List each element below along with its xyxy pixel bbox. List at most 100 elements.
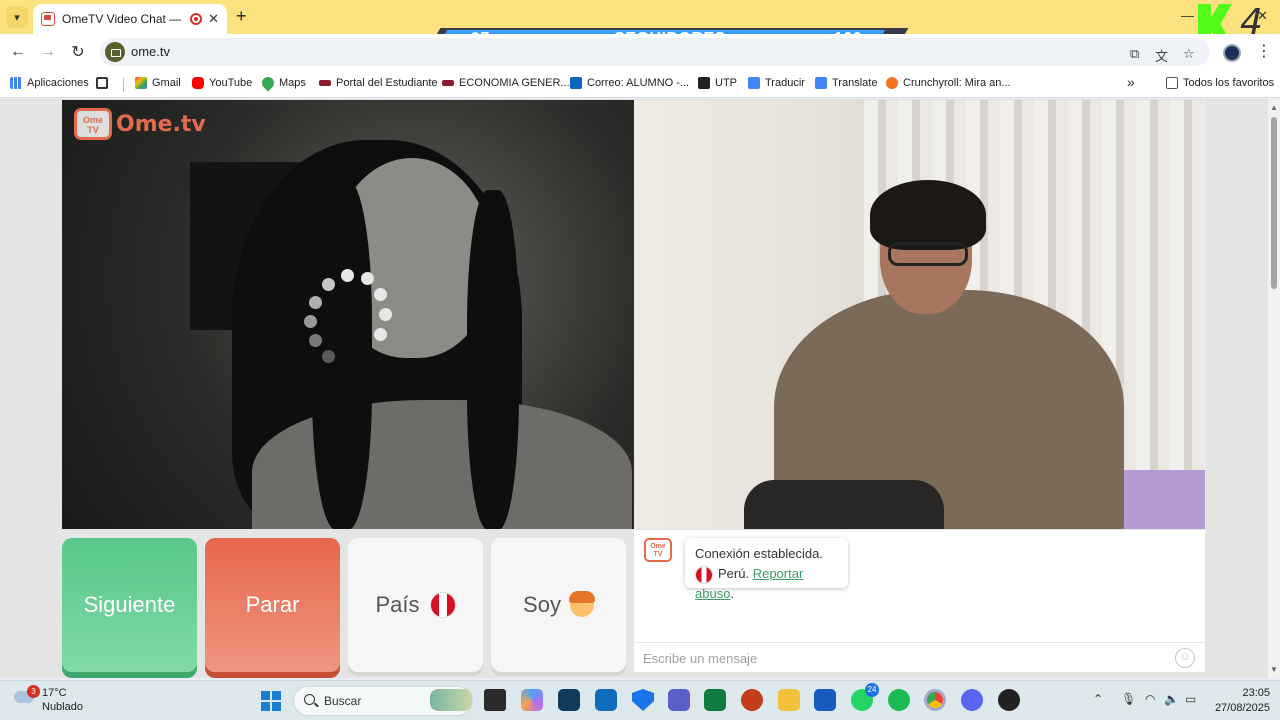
ometv-favicon-icon [41, 12, 55, 26]
reload-icon[interactable]: ↻ [67, 41, 89, 63]
grid-icon [96, 77, 108, 89]
battery-icon[interactable]: ▭ [1185, 692, 1196, 706]
bookmark-economia[interactable]: ECONOMIA GENER... [442, 77, 570, 89]
tab-ometv[interactable]: OmeTV Video Chat — Ome ✕ [33, 4, 227, 34]
crunchyroll-icon [886, 77, 898, 89]
microsoft-store-icon[interactable] [595, 689, 617, 711]
site-info-icon[interactable] [105, 42, 125, 62]
boy-emoji-icon [568, 591, 595, 617]
file-explorer-icon[interactable] [778, 689, 800, 711]
search-icon [304, 694, 315, 705]
tab-title: OmeTV Video Chat — Ome [62, 12, 184, 26]
stranger-shoulders [252, 400, 632, 529]
system-message-bubble: Conexión establecida. Perú. Reportar abu… [685, 538, 848, 601]
obs-icon[interactable] [998, 689, 1020, 711]
bookmark-traducir[interactable]: Traducir [748, 77, 805, 89]
search-highlight-icon[interactable] [430, 689, 472, 711]
whatsapp-icon[interactable]: 24 [851, 683, 879, 711]
peru-flag-icon [695, 565, 713, 584]
stranger-hair-front [312, 180, 372, 529]
page-scrollbar[interactable]: ▲ ▼ [1268, 99, 1280, 678]
stop-button[interactable]: Parar [205, 538, 340, 672]
spotify-icon[interactable] [888, 689, 910, 711]
bookmark-correo[interactable]: Correo: ALUMNO -... [570, 77, 689, 89]
all-bookmarks[interactable]: Todos los favoritos [1166, 77, 1274, 89]
volume-icon[interactable]: 🔈 [1164, 692, 1179, 706]
ometv-logo-text: Ome.tv [116, 111, 206, 137]
ometv-tv-icon: Ome TV [74, 108, 112, 140]
weather-temp: 17°C [42, 687, 67, 699]
next-button-label: Siguiente [83, 592, 176, 617]
tab-close-icon[interactable]: ✕ [208, 11, 219, 27]
bookmark-gmail[interactable]: Gmail [135, 77, 181, 89]
apps-grid-icon [10, 77, 22, 89]
back-arrow-icon[interactable]: ← [7, 41, 29, 63]
bookmarks-overflow[interactable]: » [1127, 74, 1135, 90]
address-bar[interactable]: ome.tv ⧉ 文 ☆ [100, 38, 1210, 66]
profile-avatar[interactable] [1223, 44, 1241, 62]
address-url[interactable]: ome.tv [131, 44, 170, 59]
defender-shield-icon[interactable] [632, 689, 654, 711]
taskbar-search-label: Buscar [324, 694, 362, 708]
next-button[interactable]: Siguiente [62, 538, 197, 672]
discord-icon[interactable] [961, 689, 983, 711]
store-app-icon[interactable] [558, 689, 580, 711]
scroll-up-arrow-icon[interactable]: ▲ [1270, 103, 1278, 112]
stranger-hair-front-right [467, 190, 519, 529]
scroll-down-arrow-icon[interactable]: ▼ [1270, 665, 1278, 674]
weather-desc: Nublado [42, 701, 83, 713]
bookmark-youtube[interactable]: YouTube [192, 77, 252, 89]
user-glasses [888, 242, 968, 266]
wifi-icon[interactable]: ◠ [1145, 692, 1155, 706]
bookmark-crunchyroll[interactable]: Crunchyroll: Mira an... [886, 77, 1011, 89]
tray-overflow-chevron-icon[interactable]: ⌃ [1093, 692, 1103, 706]
gender-filter-button[interactable]: Soy [491, 538, 626, 672]
bookmark-star-icon[interactable]: ☆ [1183, 46, 1195, 62]
chat-input-row: ☺ [634, 642, 1205, 672]
bookmark-utp[interactable]: UTP [698, 77, 737, 89]
stranger-country-line: Perú. Reportar abuso. [695, 565, 804, 601]
maps-pin-icon [259, 74, 277, 92]
outlook-icon [570, 77, 582, 89]
peru-flag-icon [429, 592, 456, 618]
bookmark-translate[interactable]: Translate [815, 77, 877, 89]
emoji-smiley-icon[interactable]: ☺ [1175, 648, 1195, 668]
teams-icon[interactable] [668, 689, 690, 711]
scrollbar-thumb[interactable] [1271, 117, 1277, 289]
microphone-icon[interactable]: 🎙 [1121, 692, 1136, 706]
stranger-video: Ome TV Ome.tv [62, 100, 634, 529]
word-icon[interactable] [814, 689, 836, 711]
clock-date: 27/08/2025 [1214, 702, 1270, 714]
local-webcam-video [634, 100, 1205, 529]
minimize-icon[interactable]: — [1181, 8, 1194, 23]
install-app-icon[interactable]: ⧉ [1130, 46, 1139, 62]
dark-cushion [744, 480, 944, 529]
chat-panel: Ome TV Conexión establecida. Perú. Repor… [634, 530, 1205, 672]
bookmark-aplicaciones[interactable]: Aplicaciones [10, 77, 89, 89]
copilot-icon[interactable] [521, 689, 543, 711]
economia-icon [442, 80, 454, 86]
chat-message-input[interactable] [643, 648, 1163, 668]
translate-page-icon[interactable]: 文 [1155, 46, 1168, 65]
user-hair [870, 180, 986, 250]
forward-arrow-icon[interactable]: → [37, 41, 59, 63]
bookmark-maps[interactable]: Maps [259, 74, 306, 92]
excel-icon[interactable] [704, 689, 726, 711]
recording-indicator-icon [190, 13, 203, 25]
weather-notification-badge: 3 [27, 685, 40, 698]
browser-menu-icon[interactable]: ⋮ [1256, 41, 1272, 61]
browser-toolbar: ← → ↻ ome.tv ⧉ 文 ☆ [0, 34, 1280, 70]
windows-start-icon[interactable] [261, 691, 281, 711]
powerpoint-icon[interactable] [741, 689, 763, 711]
country-filter-button[interactable]: País [348, 538, 483, 672]
chrome-icon[interactable] [924, 689, 946, 711]
new-tab-button[interactable]: + [236, 6, 247, 27]
bookmark-grid[interactable] [96, 77, 113, 89]
taskbar-clock[interactable]: 23:05 27/08/2025 [1208, 686, 1270, 716]
task-view-icon[interactable] [484, 689, 506, 711]
whatsapp-badge: 24 [865, 683, 879, 697]
country-button-label: País [375, 592, 420, 617]
bookmark-portal[interactable]: Portal del Estudiante [319, 77, 438, 89]
ometv-chat-icon: Ome TV [644, 538, 672, 562]
tab-search-chevron-icon[interactable]: ▾ [6, 6, 28, 28]
